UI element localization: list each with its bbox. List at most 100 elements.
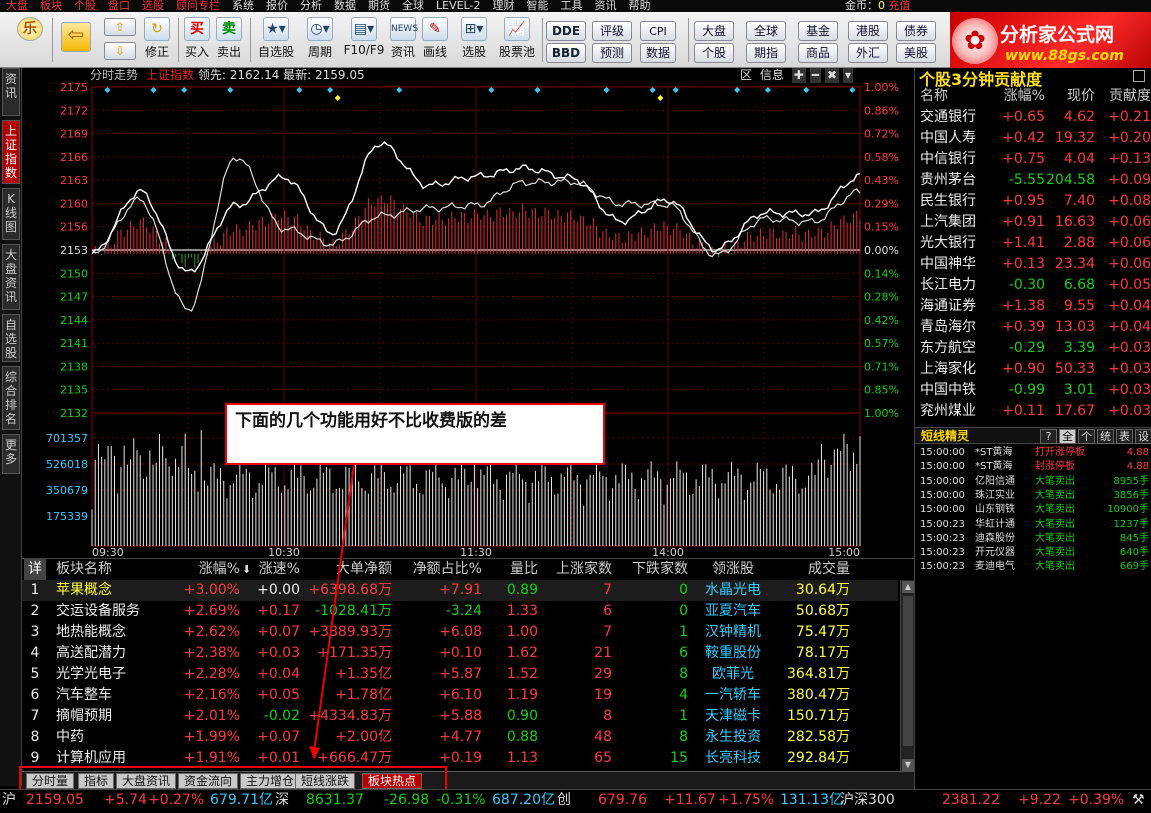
f10-button[interactable]: ▤▾ F10/F9 [342, 14, 386, 64]
table-row[interactable]: 5 光学光电子 +2.28% +0.04 +1.35亿 +5.87 1.52 29 8 欧菲光 36… [22, 664, 898, 685]
contribution-row[interactable]: 民生银行 +0.95 7.40 +0.08 [915, 191, 1151, 212]
event-marker[interactable] [849, 87, 856, 93]
commodity-button[interactable]: 商品 [798, 43, 838, 63]
short-signal-row[interactable]: 15:00:00 珠江实业 大笔卖出 3856手 [915, 489, 1151, 503]
page-up-button[interactable]: ⇧ [104, 18, 136, 36]
left-tab[interactable]: 上证指数 [2, 120, 20, 184]
range-button[interactable]: 区 [740, 68, 752, 83]
home-button[interactable]: 乐 [14, 14, 46, 64]
scroll-down-icon[interactable]: ▼ [902, 759, 914, 771]
column-header[interactable]: 量比 [490, 559, 538, 580]
contribution-row[interactable]: 海通证券 +1.38 9.55 +0.04 [915, 296, 1151, 317]
stock-button[interactable]: 个股 [694, 43, 734, 63]
short-signal-row[interactable]: 15:00:00 亿阳信通 大笔卖出 8955手 [915, 475, 1151, 489]
back-button[interactable]: ⇦ [58, 14, 94, 64]
event-marker[interactable] [534, 87, 541, 93]
stock-select-button[interactable]: ⊞▾ 选股 [454, 14, 494, 64]
contribution-row[interactable]: 中信银行 +0.75 4.04 +0.13 [915, 149, 1151, 170]
left-tab[interactable]: 自选股 [2, 314, 20, 362]
column-header[interactable]: 下跌家数 [620, 559, 688, 580]
short-signal-tab[interactable]: 表 [1116, 429, 1133, 444]
event-marker[interactable] [603, 87, 610, 93]
event-marker[interactable] [764, 87, 771, 93]
left-tab[interactable]: 大盘资讯 [2, 244, 20, 310]
short-signal-row[interactable]: 15:00:00 *ST黄海 封涨停板 4.88 [915, 460, 1151, 474]
contribution-row[interactable]: 交通银行 +0.65 4.62 +0.21 [915, 107, 1151, 128]
table-row[interactable]: 3 地热能概念 +2.62% +0.07 +3889.93万 +6.08 1.00 7 1 汉钟精… [22, 622, 898, 643]
table-row[interactable]: 1 苹果概念 +3.00% +0.00 +6398.68万 +7.91 0.89 7 0 水晶光电… [22, 580, 898, 601]
forecast-button[interactable]: 预测 [592, 43, 632, 63]
menu-item[interactable]: 工具 [560, 0, 582, 12]
contribution-row[interactable]: 长江电力 -0.30 6.68 +0.05 [915, 275, 1151, 296]
contribution-row[interactable]: 中国中铁 -0.99 3.01 +0.03 [915, 380, 1151, 401]
column-header[interactable]: 板块名称 [56, 559, 186, 580]
menu-item[interactable]: 报价 [266, 0, 288, 12]
buy-button[interactable]: 买买入 [182, 14, 212, 64]
event-marker[interactable] [649, 87, 656, 93]
event-marker[interactable] [181, 87, 188, 93]
table-row[interactable]: 4 高送配潜力 +2.38% +0.03 +171.35万 +0.10 1.62 21 6 鞍重股… [22, 643, 898, 664]
contribution-row[interactable]: 兖州煤业 +0.11 17.67 +0.03 [915, 401, 1151, 422]
column-header[interactable]: 详 [24, 559, 46, 580]
close-icon[interactable]: ✖ [824, 68, 840, 83]
plus-icon[interactable]: ✚ [791, 68, 806, 83]
short-signal-tab[interactable]: 设 [1135, 429, 1151, 444]
page-down-button[interactable]: ⇩ [104, 42, 136, 60]
fund-button[interactable]: 基金 [798, 21, 838, 41]
period-button[interactable]: ◷▾ 周期 [300, 14, 340, 64]
menu-item[interactable]: 选股 [142, 0, 164, 12]
table-row[interactable]: 8 中药 +1.99% +0.07 +2.00亿 +4.77 0.88 48 8 永生投资 282.… [22, 727, 898, 748]
short-signal-row[interactable]: 15:00:23 麦迪电气 大笔卖出 669手 [915, 560, 1151, 574]
contribution-row[interactable]: 东方航空 -0.29 3.39 +0.03 [915, 338, 1151, 359]
short-signal-tab[interactable]: ? [1040, 429, 1057, 444]
minus-icon[interactable]: ━ [809, 68, 821, 83]
draw-line-button[interactable]: ✎ 画线 [420, 14, 450, 64]
menu-item[interactable]: 资讯 [594, 0, 616, 12]
table-row[interactable]: 2 交运设备服务 +2.69% +0.17 -1028.41万 -3.24 1.33 6 0 亚夏… [22, 601, 898, 622]
table-scrollbar[interactable]: ▲ ▼ [900, 580, 914, 772]
left-tab[interactable]: K线图 [2, 188, 20, 240]
table-row[interactable]: 7 摘帽预期 +2.01% -0.02 +4334.83万 +5.88 0.90 8 1 天津磁卡… [22, 706, 898, 727]
fix-button[interactable]: ↻ 修正 [141, 14, 173, 64]
contribution-column-header[interactable]: 贡献度 [1095, 86, 1151, 107]
event-marker[interactable] [227, 87, 234, 93]
data-button[interactable]: 数据 [640, 43, 676, 63]
left-tab[interactable]: 综合排名 [2, 366, 20, 430]
contribution-column-header[interactable]: 现价 [1045, 86, 1095, 107]
short-signal-tab[interactable]: 个 [1078, 429, 1095, 444]
menu-item[interactable]: 期货 [368, 0, 390, 12]
column-header[interactable]: 成交量 [774, 559, 850, 580]
menu-item[interactable]: 帮助 [628, 0, 650, 12]
contribution-column-header[interactable]: 名称 [920, 86, 992, 107]
menu-item[interactable]: 板块 [40, 0, 62, 12]
short-signal-row[interactable]: 15:00:23 迪森股份 大笔卖出 845手 [915, 532, 1151, 546]
short-signal-tab[interactable]: 全 [1059, 429, 1076, 444]
short-signal-row[interactable]: 15:00:00 山东钢铁 大笔卖出 10900手 [915, 503, 1151, 517]
column-header[interactable]: 领涨股 [698, 559, 768, 580]
menu-item[interactable]: 盘口 [108, 0, 130, 12]
panel-maximize-icon[interactable] [1133, 70, 1145, 82]
event-marker[interactable] [488, 87, 495, 93]
wrench-icon[interactable]: ⚒ [1132, 790, 1145, 810]
watchlist-button[interactable]: ★▾ 自选股 [254, 14, 298, 64]
event-marker[interactable] [104, 87, 111, 93]
menu-item[interactable]: 大盘 [6, 0, 28, 12]
event-marker[interactable] [396, 87, 403, 93]
event-marker[interactable] [734, 87, 741, 93]
bond-button[interactable]: 债券 [896, 21, 936, 41]
column-header[interactable]: 净额占比% [400, 559, 482, 580]
event-marker[interactable] [296, 87, 303, 93]
news-marker[interactable] [334, 95, 341, 101]
menu-item[interactable]: 系统 [232, 0, 254, 12]
menu-item[interactable]: 智能 [526, 0, 548, 12]
event-marker[interactable] [150, 87, 157, 93]
contribution-row[interactable]: 中国人寿 +0.42 19.32 +0.20 [915, 128, 1151, 149]
bbd-button[interactable]: BBD [546, 43, 586, 63]
chevron-down-icon[interactable]: ▾ [843, 68, 854, 83]
left-tab[interactable]: 更多 [2, 434, 20, 474]
info-button[interactable]: 信息 [760, 68, 784, 83]
menu-item[interactable]: 理财 [492, 0, 514, 12]
fx-button[interactable]: 外汇 [848, 43, 888, 63]
global-button[interactable]: 全球 [746, 21, 786, 41]
menu-item[interactable]: 顾问专栏 [176, 0, 220, 12]
